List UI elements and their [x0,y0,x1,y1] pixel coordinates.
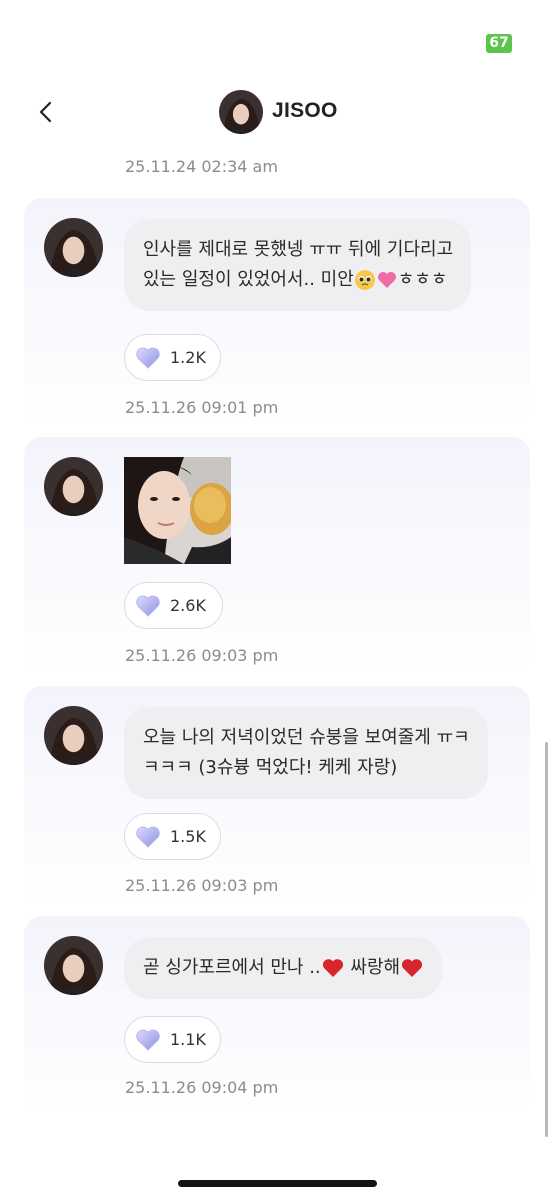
message-card: 오늘 나의 저녁이었던 슈붕을 보여줄게 ㅠㅋ ㅋㅋㅋ (3슈븅 먹었다! 케케… [24,686,530,904]
crystal-heart-icon [136,595,160,617]
timestamp: 25.11.24 02:34 am [125,157,278,176]
scrollbar[interactable] [545,742,548,1137]
avatar-image [44,218,103,277]
message-card: 인사를 제대로 못했넹 ㅠㅠ 뒤에 기다리고 있는 일정이 있었어서.. 미안 ㅎ… [24,198,530,426]
like-button[interactable]: 1.2K [124,334,221,381]
message-card: 2.6K 25.11.26 09:03 pm [24,437,530,674]
pink-heart-icon [377,272,396,288]
message-text-line: 있는 일정이 있었어서.. 미안 [143,269,354,290]
crystal-heart-icon [136,347,160,369]
message-bubble: 곧 싱가포르에서 만나 .. 싸랑해 [124,937,443,999]
timestamp: 25.11.26 09:04 pm [125,1078,279,1097]
avatar-image [44,457,103,516]
crystal-heart-icon [136,826,160,848]
photo-image [124,457,231,564]
message-text-line: 곧 싱가포르에서 만나 .. [143,957,321,978]
timestamp: 25.11.26 09:01 pm [125,398,279,417]
avatar-image [44,706,103,765]
like-button[interactable]: 2.6K [124,582,223,629]
message-text-line: 인사를 제대로 못했넹 ㅠㅠ 뒤에 기다리고 [143,239,454,260]
message-photo[interactable] [124,457,231,564]
red-heart-icon [322,959,343,977]
battery-indicator: 67 [486,34,512,53]
back-button[interactable] [30,96,62,128]
message-text-line: 오늘 나의 저녁이었던 슈붕을 보여줄게 ㅠㅋ [143,727,470,748]
like-count: 1.5K [170,827,206,846]
like-count: 2.6K [170,596,206,615]
message-text-line: ㅋㅋㅋ (3슈븅 먹었다! 케케 자랑) [143,757,398,778]
like-count: 1.2K [170,348,206,367]
like-button[interactable]: 1.5K [124,813,221,860]
sender-avatar[interactable] [44,936,103,995]
message-text-tail: ㅎㅎㅎ [397,269,448,290]
like-count: 1.1K [170,1030,206,1049]
chat-header: JISOO [0,80,554,144]
red-heart-icon [402,959,423,977]
like-button[interactable]: 1.1K [124,1016,221,1063]
avatar-image [44,936,103,995]
pleading-face-icon [354,270,375,290]
sender-avatar[interactable] [44,218,103,277]
sender-avatar[interactable] [44,706,103,765]
header-avatar[interactable] [219,90,263,134]
timestamp: 25.11.26 09:03 pm [125,876,279,895]
contact-name: JISOO [272,99,338,122]
sender-avatar[interactable] [44,457,103,516]
timestamp: 25.11.26 09:03 pm [125,646,279,665]
chevron-left-icon [39,101,52,123]
message-bubble: 오늘 나의 저녁이었던 슈붕을 보여줄게 ㅠㅋ ㅋㅋㅋ (3슈븅 먹었다! 케케… [124,707,488,799]
crystal-heart-icon [136,1029,160,1051]
message-text-tail: 싸랑해 [350,957,401,978]
status-bar: 67 [0,0,554,70]
message-bubble: 인사를 제대로 못했넹 ㅠㅠ 뒤에 기다리고 있는 일정이 있었어서.. 미안 ㅎ… [124,219,472,311]
message-card: 곧 싱가포르에서 만나 .. 싸랑해 1.1K 25.11.26 09:04 p… [24,916,530,1112]
home-indicator[interactable] [178,1180,377,1187]
avatar-image [219,90,263,134]
